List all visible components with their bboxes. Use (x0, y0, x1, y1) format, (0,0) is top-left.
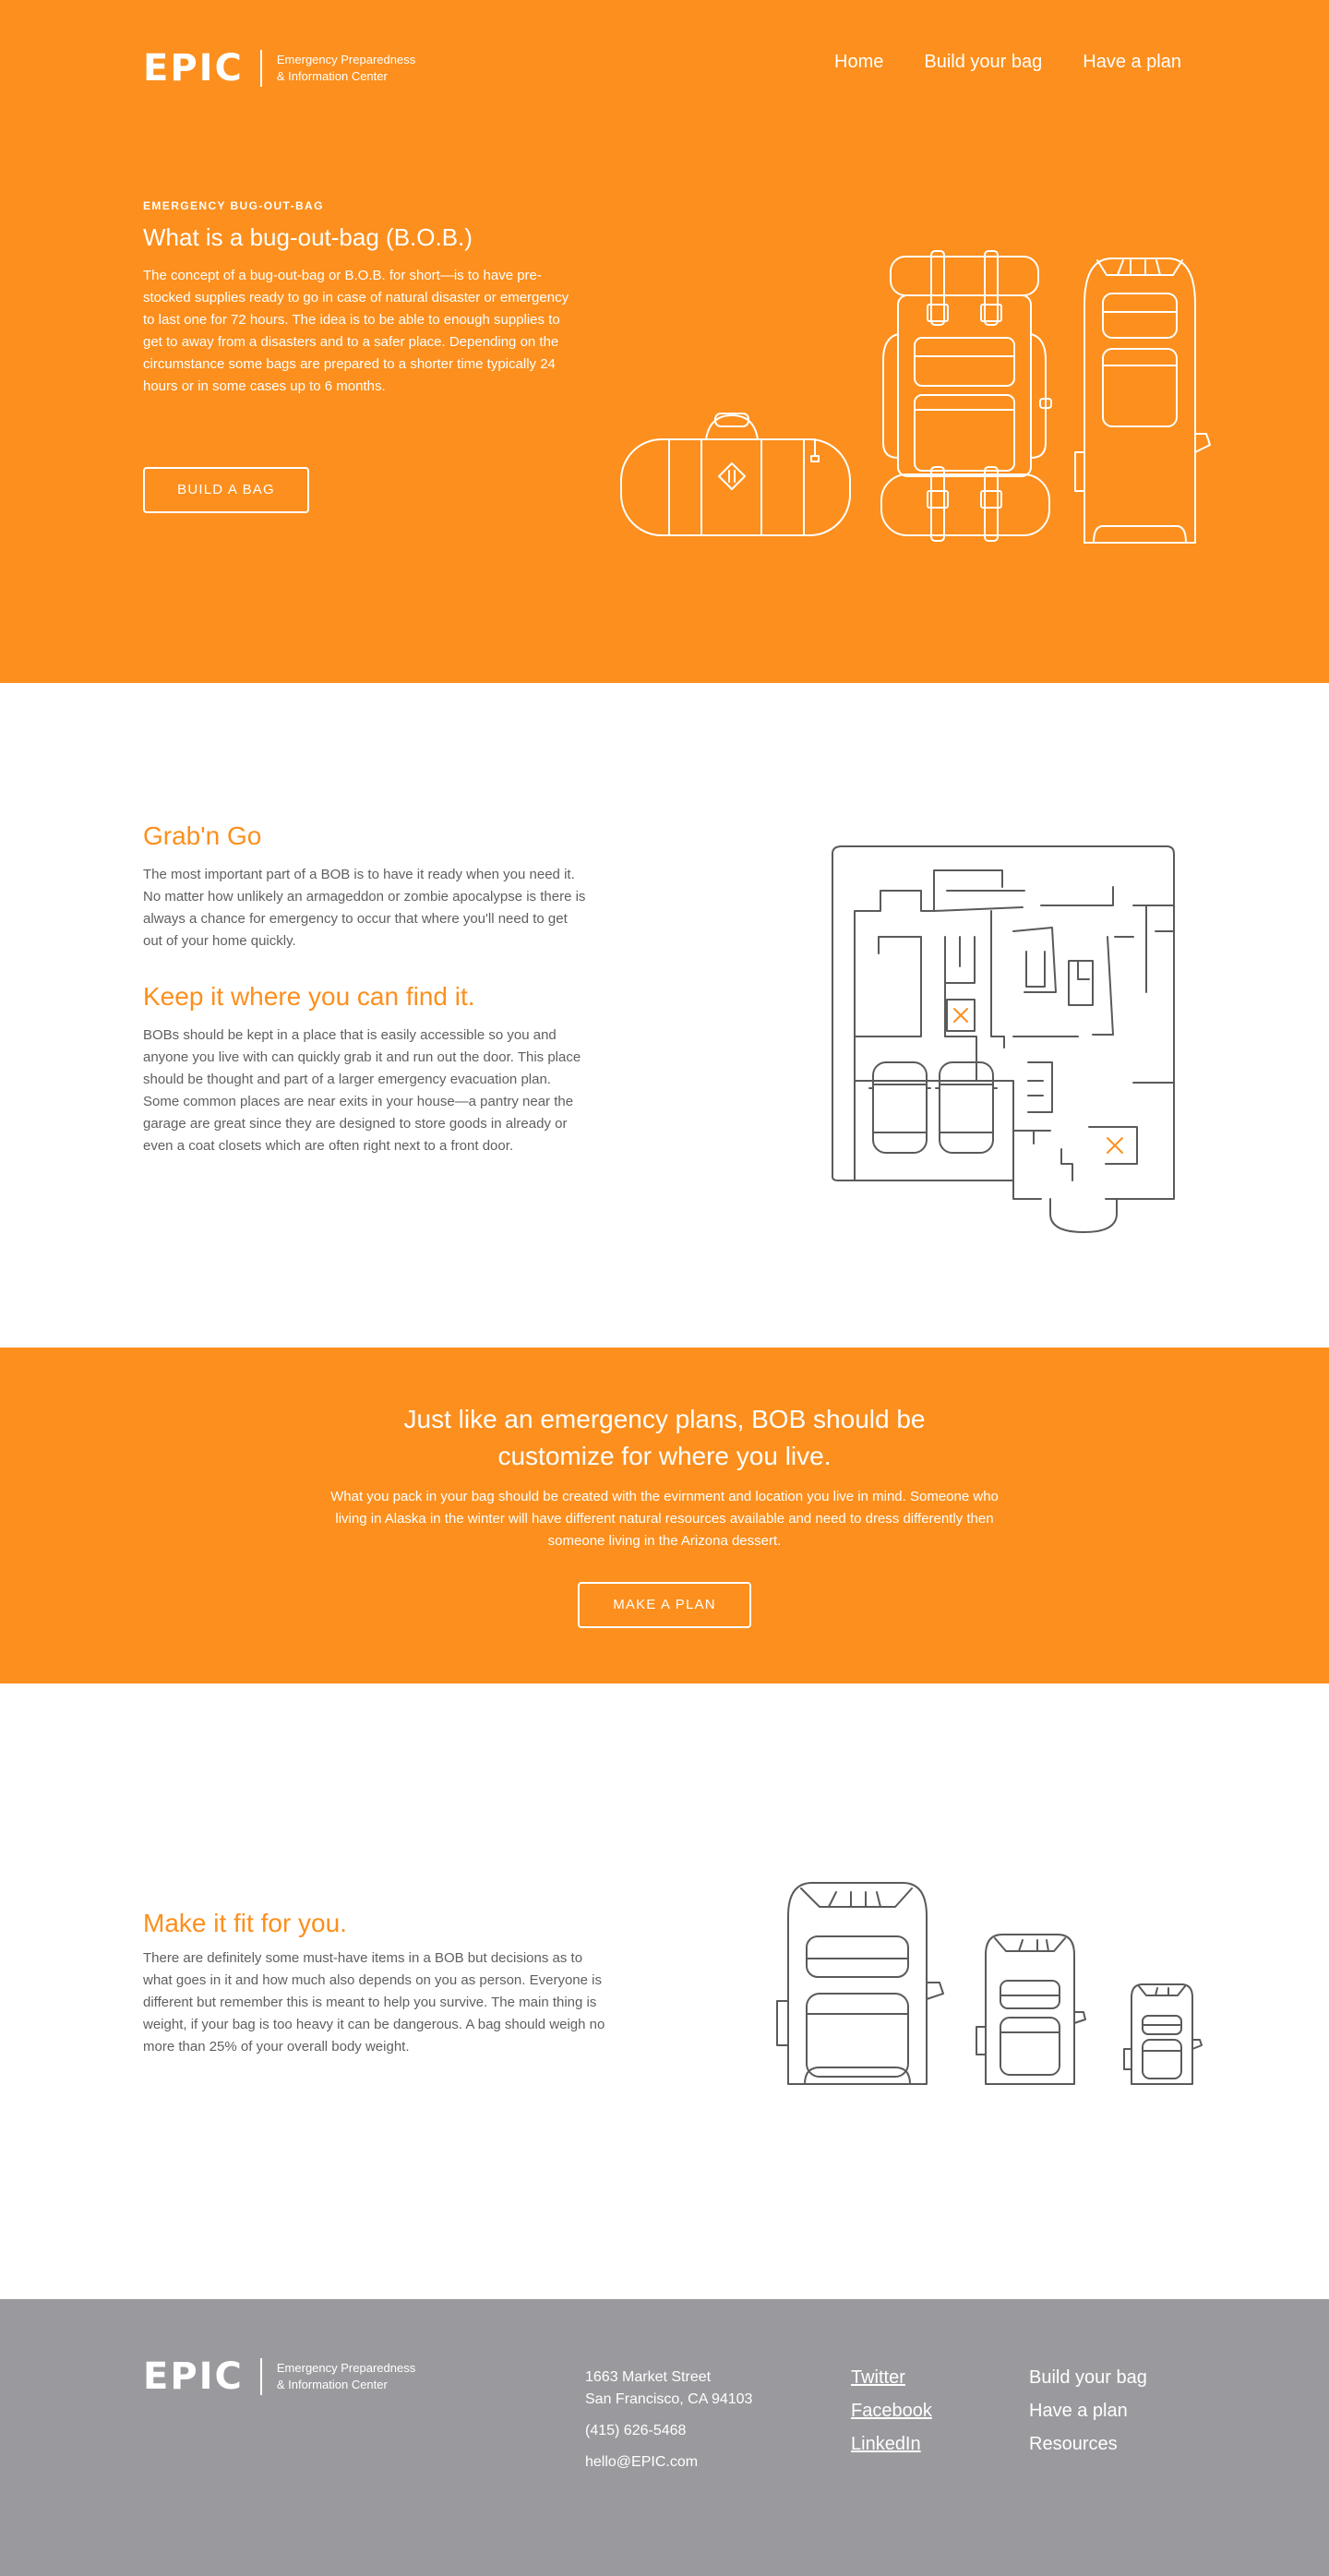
address-line1: 1663 Market Street (585, 2369, 712, 2385)
nav-build-your-bag[interactable]: Build your bag (924, 50, 1042, 74)
hero-bags-illustration (620, 250, 1211, 544)
keep-body: BOBs should be kept in a place that is e… (143, 1027, 581, 1154)
hero-title: What is a bug-out-bag (B.O.B.) (143, 223, 473, 251)
grab-copy: Grab'n Go The most important part of a B… (143, 821, 586, 1157)
footer-contact: 1663 Market Street San Francisco, CA 941… (585, 2366, 752, 2474)
backpacks-illustration (776, 1882, 1203, 2085)
hero-section: EPIC Emergency Preparedness & Informatio… (0, 0, 1329, 683)
daypack-icon (1074, 258, 1211, 544)
grab-heading: Grab'n Go (143, 821, 262, 850)
twitter-link[interactable]: Twitter (851, 2366, 932, 2389)
backpack-medium-icon (976, 1934, 1086, 2085)
email-address[interactable]: hello@EPIC.com (585, 2451, 752, 2474)
footer-logo-divider (259, 2358, 262, 2395)
duffel-bag-icon (620, 413, 851, 536)
header-logo[interactable]: EPIC Emergency Preparedness & Informatio… (143, 50, 415, 87)
floor-plan-icon (832, 845, 1175, 1233)
logo-subtitle-line2: & Information Center (276, 69, 388, 83)
phone-number[interactable]: (415) 626-5468 (585, 2420, 752, 2442)
logo-subtitle-line1: Emergency Preparedness (276, 53, 416, 66)
linkedin-link[interactable]: LinkedIn (851, 2433, 932, 2455)
logo-mark: EPIC (143, 47, 244, 90)
fit-heading: Make it fit for you. (143, 1909, 347, 1937)
footer-link-build-your-bag[interactable]: Build your bag (1029, 2366, 1147, 2389)
footer-logo-subtitle-line2: & Information Center (276, 2378, 388, 2391)
backpack-large-icon (776, 1882, 944, 2085)
footer-logo-subtitle-line1: Emergency Preparedness (276, 2361, 416, 2375)
nav-home[interactable]: Home (834, 50, 883, 74)
banner-heading: Just like an emergency plans, BOB should… (403, 1405, 926, 1470)
footer-link-have-a-plan[interactable]: Have a plan (1029, 2400, 1147, 2422)
keep-heading: Keep it where you can find it. (143, 982, 475, 1011)
footer-logo[interactable]: EPIC Emergency Preparedness & Informatio… (143, 2358, 415, 2395)
logo-divider (259, 50, 262, 87)
frame-backpack-icon (880, 250, 1052, 542)
fit-body: There are definitely some must-have item… (143, 1950, 605, 2055)
backpack-small-icon (1123, 1983, 1203, 2085)
nav-have-a-plan[interactable]: Have a plan (1083, 50, 1181, 74)
footer-link-resources[interactable]: Resources (1029, 2433, 1147, 2455)
hero-body: The concept of a bug-out-bag or B.O.B. f… (143, 268, 569, 394)
footer-logo-subtitle: Emergency Preparedness & Information Cen… (277, 2360, 415, 2393)
footer-logo-mark: EPIC (143, 2355, 244, 2398)
main-nav: Home Build your bag Have a plan (834, 50, 1181, 74)
fit-copy: Make it fit for you. There are definitel… (143, 1909, 614, 2058)
facebook-link[interactable]: Facebook (851, 2400, 932, 2422)
footer-social: Twitter Facebook LinkedIn (851, 2366, 932, 2455)
hero-eyebrow: EMERGENCY BUG-OUT-BAG (143, 199, 324, 212)
footer-links: Build your bag Have a plan Resources (1029, 2366, 1147, 2455)
banner-body: What you pack in your bag should be crea… (330, 1489, 999, 1549)
build-a-bag-button[interactable]: BUILD A BAG (143, 467, 309, 513)
logo-subtitle: Emergency Preparedness & Information Cen… (277, 52, 415, 85)
hero-copy: EMERGENCY BUG-OUT-BAG What is a bug-out-… (143, 199, 577, 398)
grab-body: The most important part of a BOB is to h… (143, 867, 586, 949)
make-a-plan-button[interactable]: MAKE A PLAN (578, 1582, 751, 1628)
address-line2: San Francisco, CA 94103 (585, 2391, 753, 2407)
